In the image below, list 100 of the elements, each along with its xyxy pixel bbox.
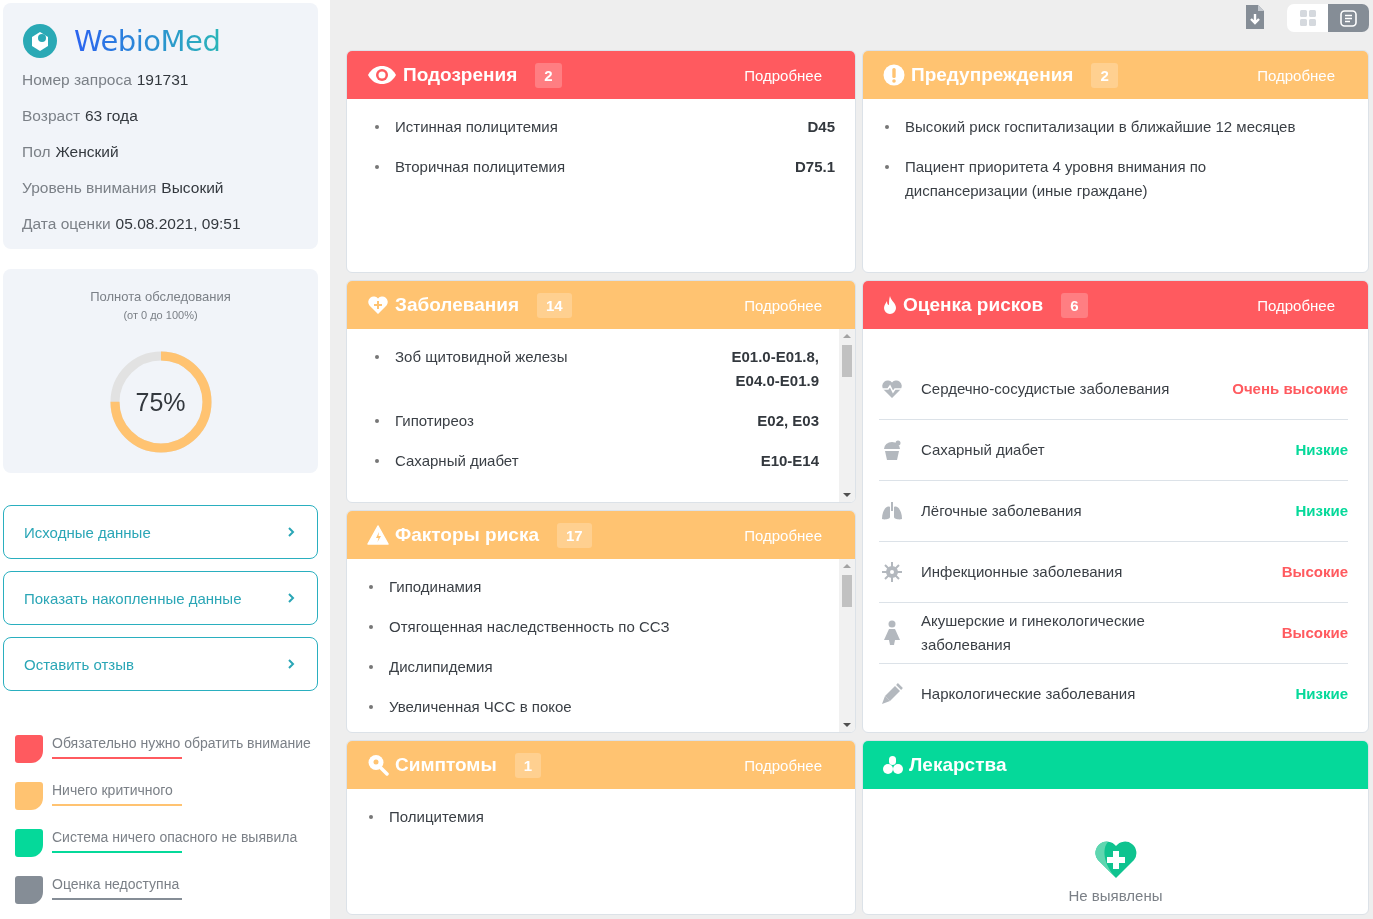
- completeness-value: 75%: [135, 388, 186, 416]
- more-link[interactable]: Подробнее: [744, 296, 822, 314]
- diagnosis-name: Сахарный диабет: [395, 451, 520, 471]
- count-badge: 17: [557, 522, 592, 548]
- risk-name: Сахарный диабет: [921, 440, 1046, 460]
- pregnant-woman-icon: [882, 620, 902, 646]
- pills-icon: [883, 755, 903, 775]
- scrollbar[interactable]: [839, 559, 855, 732]
- bullet-icon: [375, 459, 379, 463]
- card-title: Симптомы: [395, 754, 497, 776]
- card-title: Подозрения: [403, 64, 518, 86]
- card-title: Оценка рисков: [903, 294, 1044, 316]
- diagnosis-name: Вторичная полицитемия: [395, 157, 567, 177]
- list-item: Пациент приоритета 4 уровня внимания по диспансеризации (иные граждане): [905, 157, 1208, 201]
- risk-level: Низкие: [1295, 684, 1348, 704]
- cupcake-icon: [881, 439, 903, 461]
- info-label: Уровень внимания: [22, 178, 157, 198]
- download-icon[interactable]: [1245, 4, 1265, 30]
- count-badge: 1: [514, 752, 541, 778]
- bullet-icon: [375, 419, 379, 423]
- chevron-icon: [287, 526, 295, 538]
- list-item: Увеличенная ЧСС в покое: [389, 697, 573, 717]
- more-link[interactable]: Подробнее: [744, 66, 822, 84]
- risk-name: Акушерские и гинекологические заболевания: [921, 611, 1146, 655]
- more-link[interactable]: Подробнее: [744, 756, 822, 774]
- risk-name: Сердечно-сосудистые заболевания: [921, 379, 1171, 399]
- list-item: Отягощенная наследственность по ССЗ: [389, 617, 671, 637]
- card-title: Заболевания: [395, 294, 519, 316]
- info-label: Дата оценки: [22, 214, 111, 234]
- diagnosis-name: Гипотиреоз: [395, 411, 475, 431]
- card-title: Факторы риска: [395, 524, 539, 546]
- nav-button[interactable]: Показать накопленные данные: [3, 571, 318, 625]
- syringe-icon: [881, 683, 903, 705]
- chevron-icon: [287, 658, 295, 670]
- bullet-icon: [375, 165, 379, 169]
- info-label: Пол: [22, 142, 51, 162]
- nav-button[interactable]: Исходные данные: [3, 505, 318, 559]
- completeness-subtitle: (от 0 до 100%): [123, 309, 198, 321]
- scroll-thumb[interactable]: [842, 575, 852, 607]
- risk-level: Высокие: [1281, 562, 1348, 582]
- bullet-icon: [375, 355, 379, 359]
- list-view-button[interactable]: [1328, 4, 1369, 32]
- diagnosis-name: Истинная полицитемия: [395, 117, 559, 137]
- bullet-icon: [375, 125, 379, 129]
- count-badge: 2: [1091, 62, 1118, 88]
- exclamation-icon: [883, 64, 905, 86]
- completeness-title: Полнота обследования: [90, 289, 231, 304]
- bullet-icon: [369, 815, 373, 819]
- nav-button[interactable]: Оставить отзыв: [3, 637, 318, 691]
- empty-message: Не выявлены: [1068, 887, 1163, 904]
- scrollbar[interactable]: [839, 329, 855, 502]
- info-label: Возраст: [22, 106, 80, 126]
- diagnosis-code: D75.1: [794, 157, 835, 177]
- count-badge: 2: [535, 62, 562, 88]
- logo-icon: [22, 23, 58, 59]
- diagnosis-code: E02, E03: [757, 411, 819, 431]
- info-label: Номер запроса: [22, 70, 132, 90]
- risk-name: Лёгочные заболевания: [921, 501, 1083, 521]
- bullet-icon: [369, 625, 373, 629]
- bullet-icon: [369, 705, 373, 709]
- bullet-icon: [885, 165, 889, 169]
- bullet-icon: [369, 665, 373, 669]
- card-title: Предупреждения: [911, 64, 1074, 86]
- list-icon: [1340, 9, 1357, 27]
- card-title: Лекарства: [909, 754, 1007, 776]
- grid-view-button[interactable]: [1287, 4, 1328, 32]
- info-value: Женский: [55, 142, 119, 162]
- heart-pulse-icon: [881, 379, 903, 399]
- more-link[interactable]: Подробнее: [1257, 66, 1335, 84]
- info-value: 191731: [136, 70, 189, 90]
- bullet-icon: [885, 125, 889, 129]
- legend-label: Система ничего опасного не выявила: [52, 829, 298, 845]
- risk-name: Наркологические заболевания: [921, 684, 1137, 704]
- risk-level: Очень высокие: [1232, 379, 1348, 399]
- scroll-thumb[interactable]: [842, 345, 852, 377]
- lungs-icon: [881, 501, 903, 521]
- count-badge: 6: [1061, 292, 1088, 318]
- chevron-icon: [287, 592, 295, 604]
- more-link[interactable]: Подробнее: [744, 526, 822, 544]
- list-item: Дислипидемия: [389, 657, 494, 677]
- risk-name: Инфекционные заболевания: [921, 562, 1124, 582]
- diagnosis-code: D45: [807, 117, 835, 137]
- risk-level: Низкие: [1295, 440, 1348, 460]
- legend-label: Ничего критичного: [52, 782, 174, 798]
- info-value: Высокий: [161, 178, 224, 198]
- virus-icon: [881, 561, 903, 583]
- list-item: Высокий риск госпитализации в ближайшие 12 месяцев: [905, 117, 1297, 137]
- grid-icon: [1299, 10, 1316, 26]
- list-item: Полицитемия: [389, 807, 485, 827]
- legend-label: Оценка недоступна: [52, 876, 181, 892]
- magnifier-icon: [367, 754, 389, 776]
- flame-icon: [883, 296, 897, 314]
- more-link[interactable]: Подробнее: [1257, 296, 1335, 314]
- legend-label: Обязательно нужно обратить внимание: [52, 735, 311, 751]
- info-value: 05.08.2021, 09:51: [115, 214, 241, 234]
- list-item: Гиподинамия: [389, 577, 483, 597]
- heart-plus-icon: [1092, 839, 1139, 879]
- heart-plus-icon: [367, 295, 389, 315]
- warning-icon: [367, 525, 389, 545]
- risk-level: Высокие: [1281, 623, 1348, 643]
